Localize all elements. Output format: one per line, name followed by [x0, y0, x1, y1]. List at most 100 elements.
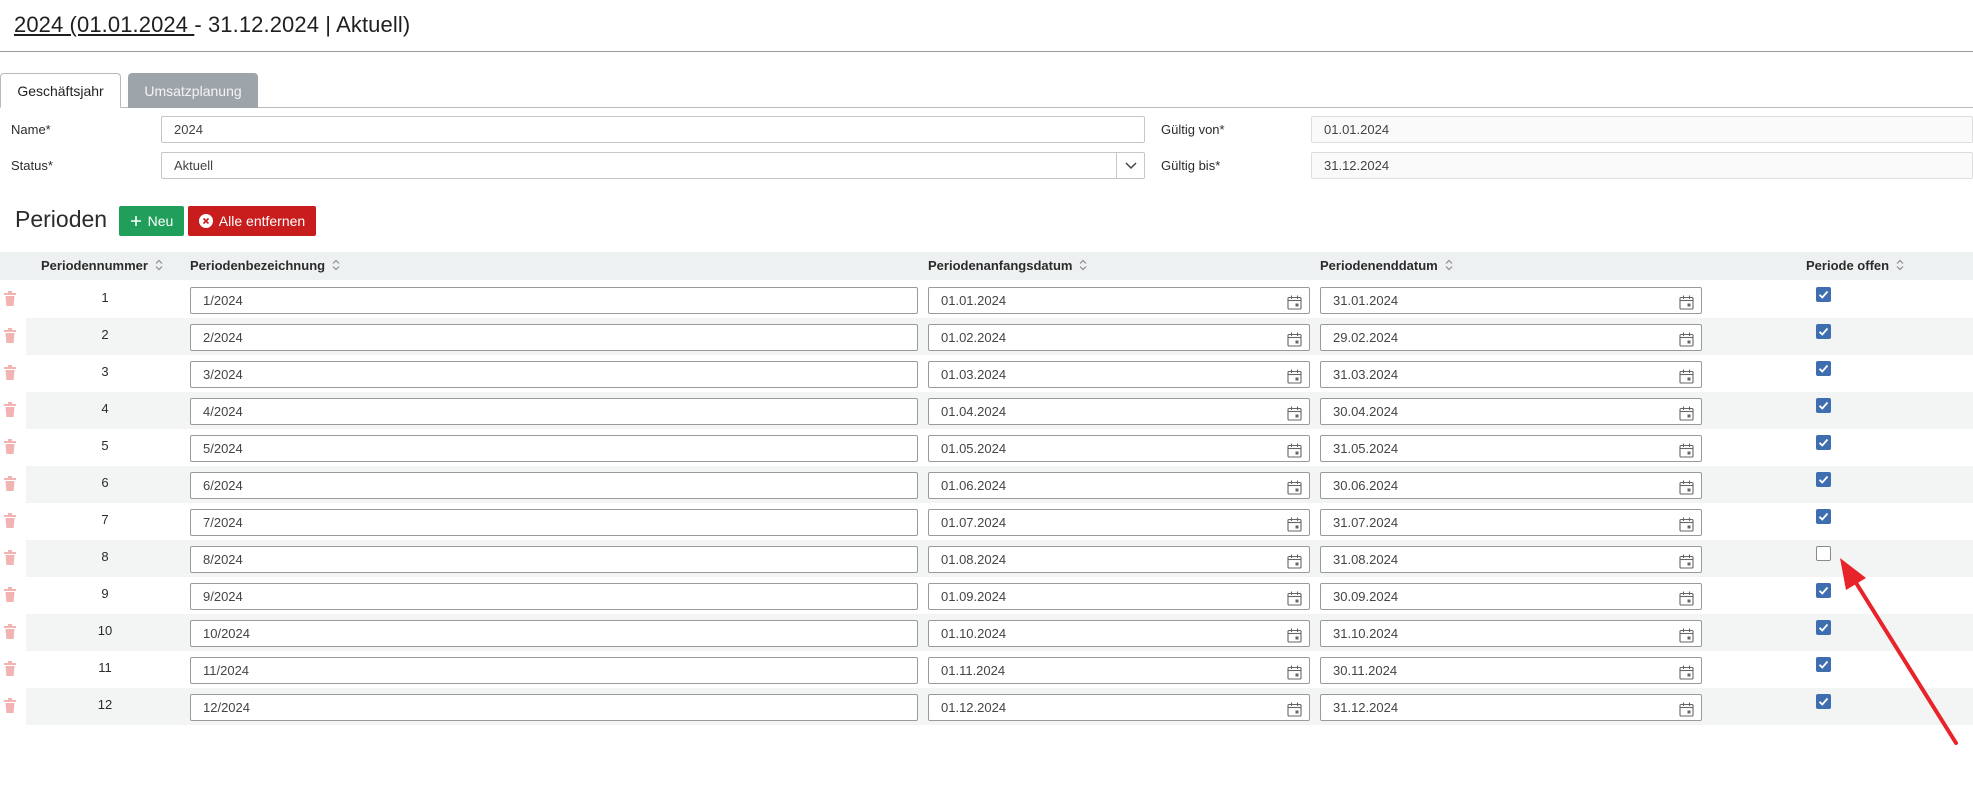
calendar-icon[interactable]	[1679, 663, 1694, 680]
period-start-input[interactable]: 01.08.2024	[928, 546, 1310, 573]
period-name-input[interactable]: 3/2024	[190, 361, 918, 388]
period-name-input[interactable]: 6/2024	[190, 472, 918, 499]
period-open-checkbox[interactable]	[1816, 435, 1831, 450]
period-start-input[interactable]: 01.12.2024	[928, 694, 1310, 721]
calendar-icon[interactable]	[1679, 367, 1694, 384]
calendar-icon[interactable]	[1287, 441, 1302, 458]
period-name-input[interactable]: 5/2024	[190, 435, 918, 462]
calendar-icon[interactable]	[1679, 626, 1694, 643]
trash-icon[interactable]	[3, 550, 17, 566]
calendar-icon[interactable]	[1287, 663, 1302, 680]
period-open-checkbox[interactable]	[1816, 361, 1831, 376]
trash-icon[interactable]	[3, 587, 17, 603]
calendar-icon[interactable]	[1679, 330, 1694, 347]
period-start-input[interactable]: 01.09.2024	[928, 583, 1310, 610]
trash-icon[interactable]	[3, 365, 17, 381]
trash-icon[interactable]	[3, 698, 17, 714]
calendar-icon[interactable]	[1679, 404, 1694, 421]
calendar-icon[interactable]	[1679, 552, 1694, 569]
period-name-input[interactable]: 4/2024	[190, 398, 918, 425]
calendar-icon[interactable]	[1287, 367, 1302, 384]
calendar-icon[interactable]	[1287, 515, 1302, 532]
new-period-button[interactable]: Neu	[119, 206, 184, 236]
calendar-icon[interactable]	[1287, 330, 1302, 347]
col-periode-offen[interactable]: Periode offen	[1806, 252, 1904, 280]
trash-icon[interactable]	[3, 328, 17, 344]
period-open-checkbox[interactable]	[1816, 472, 1831, 487]
calendar-icon[interactable]	[1287, 700, 1302, 717]
period-name-input[interactable]: 8/2024	[190, 546, 918, 573]
period-end-input[interactable]: 31.05.2024	[1320, 435, 1702, 462]
period-open-checkbox[interactable]	[1816, 509, 1831, 524]
period-start-input[interactable]: 01.10.2024	[928, 620, 1310, 647]
period-name-input[interactable]: 1/2024	[190, 287, 918, 314]
period-end-input[interactable]: 31.08.2024	[1320, 546, 1702, 573]
period-end-input[interactable]: 31.07.2024	[1320, 509, 1702, 536]
period-start-input[interactable]: 01.06.2024	[928, 472, 1310, 499]
sort-icon[interactable]	[1445, 253, 1453, 281]
period-end-input[interactable]: 31.10.2024	[1320, 620, 1702, 647]
calendar-icon[interactable]	[1679, 589, 1694, 606]
period-open-checkbox[interactable]	[1816, 620, 1831, 635]
sort-icon[interactable]	[332, 253, 340, 281]
period-name-input[interactable]: 7/2024	[190, 509, 918, 536]
chevron-down-icon[interactable]	[1116, 153, 1144, 178]
trash-icon[interactable]	[3, 291, 17, 307]
sort-icon[interactable]	[1079, 253, 1087, 281]
period-end-input[interactable]: 30.09.2024	[1320, 583, 1702, 610]
calendar-icon[interactable]	[1679, 441, 1694, 458]
period-open-checkbox[interactable]	[1816, 324, 1831, 339]
period-end-input[interactable]: 30.11.2024	[1320, 657, 1702, 684]
trash-icon[interactable]	[3, 402, 17, 418]
calendar-icon[interactable]	[1287, 589, 1302, 606]
period-end-input[interactable]: 30.04.2024	[1320, 398, 1702, 425]
period-open-checkbox[interactable]	[1816, 694, 1831, 709]
col-periodenbezeichnung[interactable]: Periodenbezeichnung	[190, 252, 340, 280]
tab-umsatzplanung[interactable]: Umsatzplanung	[128, 73, 258, 108]
period-start-input[interactable]: 01.03.2024	[928, 361, 1310, 388]
period-open-checkbox[interactable]	[1816, 398, 1831, 413]
period-open-checkbox[interactable]	[1816, 583, 1831, 598]
calendar-icon[interactable]	[1679, 293, 1694, 310]
period-name-input[interactable]: 10/2024	[190, 620, 918, 647]
trash-icon[interactable]	[3, 513, 17, 529]
period-open-checkbox[interactable]	[1816, 657, 1831, 672]
trash-icon[interactable]	[3, 439, 17, 455]
period-name-input[interactable]: 9/2024	[190, 583, 918, 610]
period-name-input[interactable]: 12/2024	[190, 694, 918, 721]
period-start-input[interactable]: 01.04.2024	[928, 398, 1310, 425]
sort-icon[interactable]	[1896, 253, 1904, 281]
calendar-icon[interactable]	[1679, 700, 1694, 717]
calendar-icon[interactable]	[1287, 293, 1302, 310]
period-open-checkbox[interactable]	[1816, 546, 1831, 561]
period-start-input[interactable]: 01.11.2024	[928, 657, 1310, 684]
period-start-input[interactable]: 01.05.2024	[928, 435, 1310, 462]
period-open-checkbox[interactable]	[1816, 287, 1831, 302]
period-name-input[interactable]: 2/2024	[190, 324, 918, 351]
calendar-icon[interactable]	[1287, 626, 1302, 643]
period-end-input[interactable]: 31.01.2024	[1320, 287, 1702, 314]
remove-all-button[interactable]: Alle entfernen	[188, 206, 316, 236]
period-name-input[interactable]: 11/2024	[190, 657, 918, 684]
sort-icon[interactable]	[155, 253, 163, 281]
calendar-icon[interactable]	[1679, 515, 1694, 532]
trash-icon[interactable]	[3, 661, 17, 677]
tab-geschaeftsjahr[interactable]: Geschäftsjahr	[0, 73, 121, 108]
status-select[interactable]: Aktuell	[161, 152, 1145, 179]
calendar-icon[interactable]	[1287, 404, 1302, 421]
col-periodenenddatum[interactable]: Periodenenddatum	[1320, 252, 1453, 280]
period-start-input[interactable]: 01.02.2024	[928, 324, 1310, 351]
col-periodennummer[interactable]: Periodennummer	[41, 252, 163, 280]
trash-icon[interactable]	[3, 624, 17, 640]
name-input[interactable]: 2024	[161, 116, 1145, 143]
calendar-icon[interactable]	[1287, 552, 1302, 569]
period-end-input[interactable]: 29.02.2024	[1320, 324, 1702, 351]
title-link[interactable]: 2024 (01.01.2024	[14, 12, 194, 37]
period-end-input[interactable]: 31.03.2024	[1320, 361, 1702, 388]
trash-icon[interactable]	[3, 476, 17, 492]
period-end-input[interactable]: 31.12.2024	[1320, 694, 1702, 721]
period-start-input[interactable]: 01.07.2024	[928, 509, 1310, 536]
period-end-input[interactable]: 30.06.2024	[1320, 472, 1702, 499]
calendar-icon[interactable]	[1287, 478, 1302, 495]
col-periodenanfangsdatum[interactable]: Periodenanfangsdatum	[928, 252, 1087, 280]
